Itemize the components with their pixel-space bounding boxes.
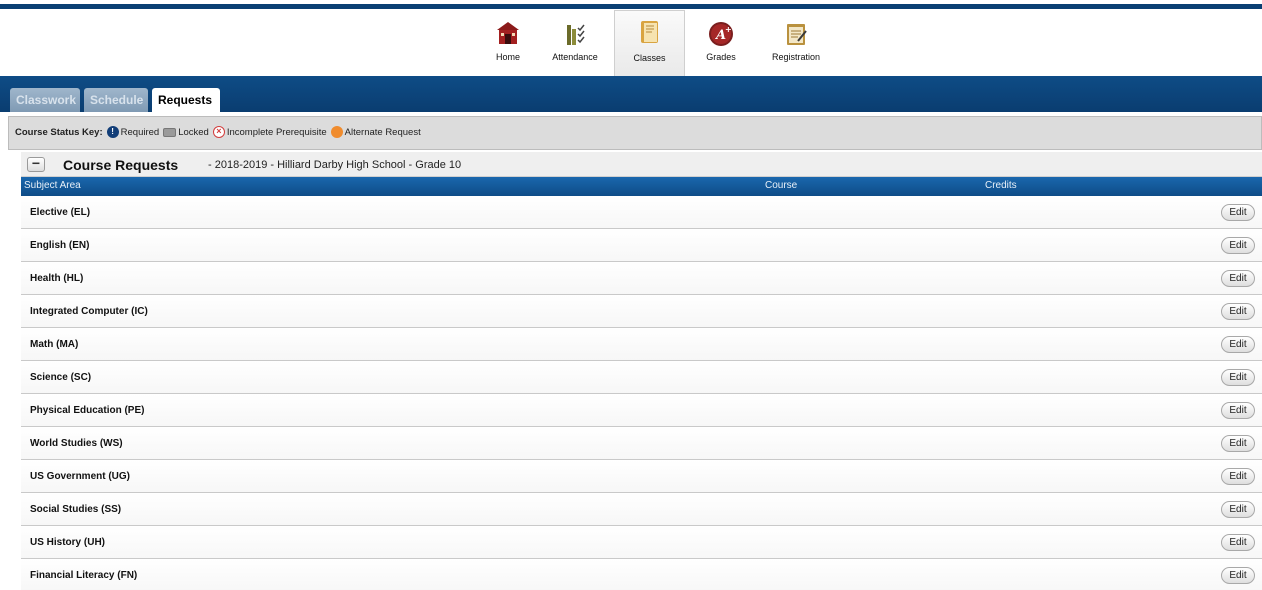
table-row: Integrated Computer (IC) Edit [21,295,1262,328]
subject-area-label: Financial Literacy (FN) [30,570,138,581]
table-row: Financial Literacy (FN) Edit [21,559,1262,590]
status-key-title: Course Status Key: [15,126,103,138]
course-request-list: Elective (EL) Edit English (EN) Edit Hea… [21,196,1262,590]
nav-label-attendance: Attendance [552,52,598,62]
edit-button[interactable]: Edit [1221,567,1255,584]
subject-area-label: Social Studies (SS) [30,504,122,515]
edit-button[interactable]: Edit [1221,237,1255,254]
column-subject-area: Subject Area [24,180,81,191]
table-column-headers: Subject Area Course Credits [21,177,1262,196]
column-course: Course [765,180,798,191]
course-status-key: Course Status Key: ! Required Locked × I… [8,116,1262,150]
book-icon [640,21,658,43]
nav-label-registration: Registration [771,52,821,62]
required-icon: ! [106,126,119,138]
status-key-incomplete: Incomplete Prerequisite [226,126,327,138]
top-navigation: Home Attendance Classes A + Grades Regis… [0,9,1262,77]
subject-area-label: Health (HL) [30,273,84,284]
course-requests-header: − Course Requests - 2018-2019 - Hilliard… [21,152,1262,177]
alternate-request-icon [330,126,343,138]
course-requests-subtitle: - 2018-2019 - Hilliard Darby High School… [208,159,462,171]
edit-button[interactable]: Edit [1221,534,1255,551]
tab-classwork[interactable]: Classwork [10,88,80,112]
edit-button[interactable]: Edit [1221,204,1255,221]
edit-button[interactable]: Edit [1221,303,1255,320]
edit-button[interactable]: Edit [1221,270,1255,287]
nav-home[interactable]: Home [475,13,541,75]
nav-attendance[interactable]: Attendance [542,13,608,75]
course-requests-title: Course Requests [63,157,179,173]
table-row: Science (SC) Edit [21,361,1262,394]
edit-button[interactable]: Edit [1221,369,1255,386]
subject-area-label: World Studies (WS) [30,438,123,449]
subject-area-label: Integrated Computer (IC) [30,306,148,317]
edit-button[interactable]: Edit [1221,336,1255,353]
nav-label-grades: Grades [706,52,736,62]
subject-area-label: Physical Education (PE) [30,405,145,416]
table-row: English (EN) Edit [21,229,1262,262]
incomplete-prerequisite-icon: × [212,126,225,138]
a-plus-badge-icon: A + [709,22,733,46]
column-credits: Credits [985,180,1017,191]
table-row: World Studies (WS) Edit [21,427,1262,460]
nav-classes[interactable]: Classes [614,10,685,77]
edit-button[interactable]: Edit [1221,501,1255,518]
school-house-icon [497,22,519,44]
subject-area-label: US History (UH) [30,537,106,548]
subject-area-label: US Government (UG) [30,471,131,482]
edit-button[interactable]: Edit [1221,435,1255,452]
nav-grades[interactable]: A + Grades [688,13,754,75]
tab-bar: Classwork Schedule Requests [0,76,1262,112]
table-row: Elective (EL) Edit [21,196,1262,229]
svg-text:+: + [725,25,732,34]
nav-label-classes: Classes [633,53,666,63]
locked-icon [163,127,177,137]
subject-area-label: Science (SC) [30,372,92,383]
subject-area-label: Elective (EL) [30,207,91,218]
edit-button[interactable]: Edit [1221,402,1255,419]
status-key-alternate: Alternate Request [344,126,421,138]
attendance-chart-icon [567,24,585,45]
table-row: Health (HL) Edit [21,262,1262,295]
tab-schedule[interactable]: Schedule [84,88,148,112]
subject-area-label: English (EN) [30,240,90,251]
table-row: Physical Education (PE) Edit [21,394,1262,427]
status-key-locked: Locked [178,126,209,138]
table-row: Social Studies (SS) Edit [21,493,1262,526]
table-row: US History (UH) Edit [21,526,1262,559]
nav-label-home: Home [495,52,520,62]
collapse-button[interactable]: − [27,156,45,172]
nav-registration[interactable]: Registration [763,13,829,75]
registration-clipboard-icon [787,24,807,45]
edit-button[interactable]: Edit [1221,468,1255,485]
status-key-required: Required [120,126,160,138]
tab-requests[interactable]: Requests [152,88,220,112]
table-row: Math (MA) Edit [21,328,1262,361]
table-row: US Government (UG) Edit [21,460,1262,493]
subject-area-label: Math (MA) [30,339,79,350]
